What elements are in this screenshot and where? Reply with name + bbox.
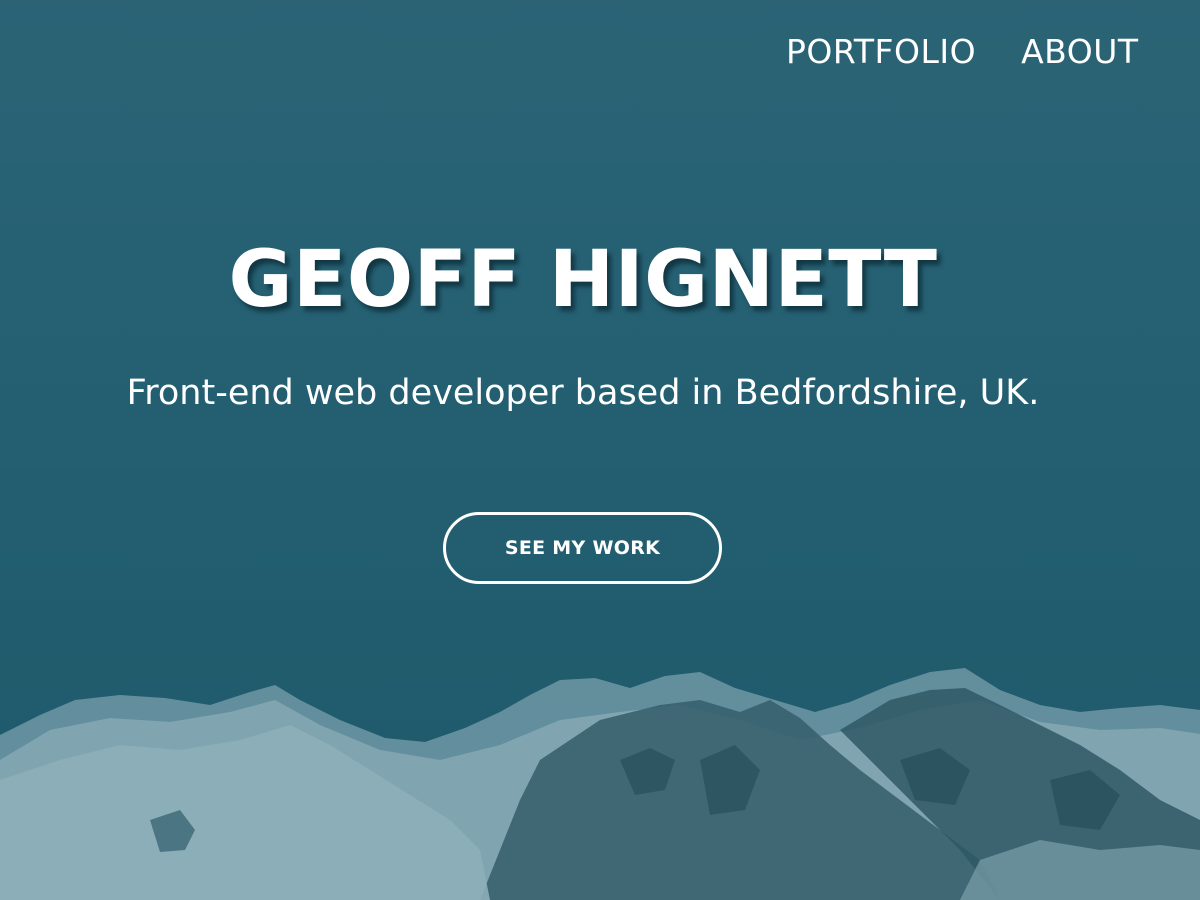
nav-link-about[interactable]: ABOUT — [1021, 30, 1138, 74]
see-my-work-button[interactable]: SEE MY WORK — [443, 512, 722, 584]
hero-tagline: Front-end web developer based in Bedford… — [126, 373, 1040, 413]
nav-link-portfolio[interactable]: PORTFOLIO — [786, 30, 976, 74]
mountain-background-image — [0, 0, 1200, 900]
hero-section: PORTFOLIO ABOUT GEOFF HIGNETT Front-end w… — [0, 0, 1200, 900]
top-navigation: PORTFOLIO ABOUT — [786, 30, 1200, 74]
hero-title: GEOFF HIGNETT — [228, 235, 938, 325]
